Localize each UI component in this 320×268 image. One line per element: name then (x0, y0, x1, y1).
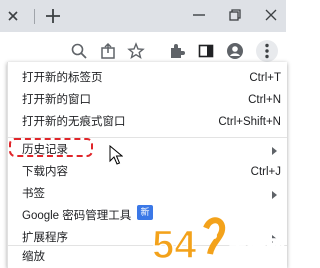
share-icon[interactable] (99, 42, 117, 60)
menu-item-new-tab[interactable]: 打开新的标签页 Ctrl+T (8, 68, 287, 89)
profile-avatar-icon[interactable] (226, 42, 244, 60)
watermark-brand-text: 手游网 (228, 236, 285, 259)
menu-item-label: 下载内容 (22, 166, 68, 178)
tab-separator (34, 9, 35, 24)
extensions-icon[interactable] (168, 42, 186, 60)
menu-item-downloads[interactable]: 下载内容 Ctrl+J (8, 162, 287, 183)
menu-item-new-incognito-window[interactable]: 打开新的无痕式窗口 Ctrl+Shift+N (8, 112, 287, 133)
minimize-icon[interactable] (190, 6, 208, 24)
zoom-icon[interactable] (70, 42, 88, 60)
menu-item-shortcut: Ctrl+T (249, 72, 281, 84)
submenu-arrow-icon (272, 147, 277, 155)
new-tab-icon[interactable] (44, 7, 62, 25)
menu-item-label: 打开新的无痕式窗口 (22, 116, 126, 128)
side-panel-icon[interactable] (197, 42, 215, 60)
mouse-cursor-icon (109, 145, 123, 165)
menu-item-label: 缩放 (22, 251, 45, 263)
restore-icon[interactable] (226, 6, 244, 24)
close-window-icon[interactable] (262, 6, 280, 24)
menu-item-label: 书签 (22, 188, 45, 200)
bookmark-star-icon[interactable] (127, 42, 145, 60)
menu-item-label: Google 密码管理工具 (22, 210, 132, 222)
more-menu-icon[interactable] (256, 40, 278, 62)
site-watermark-logo: 54 手游网 (151, 217, 286, 268)
menu-item-new-window[interactable]: 打开新的窗口 Ctrl+N (8, 90, 287, 111)
menu-item-bookmarks[interactable]: 书签 (8, 184, 287, 205)
close-tab-icon[interactable] (5, 8, 21, 24)
history-highlight-box (9, 138, 93, 157)
tab-strip (0, 0, 286, 32)
menu-item-shortcut: Ctrl+Shift+N (218, 116, 281, 128)
menu-item-shortcut: Ctrl+J (250, 166, 281, 178)
watermark-digits: 54 (152, 223, 197, 267)
menu-item-label: 打开新的标签页 (22, 72, 103, 84)
submenu-arrow-icon (272, 191, 277, 199)
menu-item-shortcut: Ctrl+N (248, 94, 281, 106)
menu-item-label: 打开新的窗口 (22, 94, 91, 106)
